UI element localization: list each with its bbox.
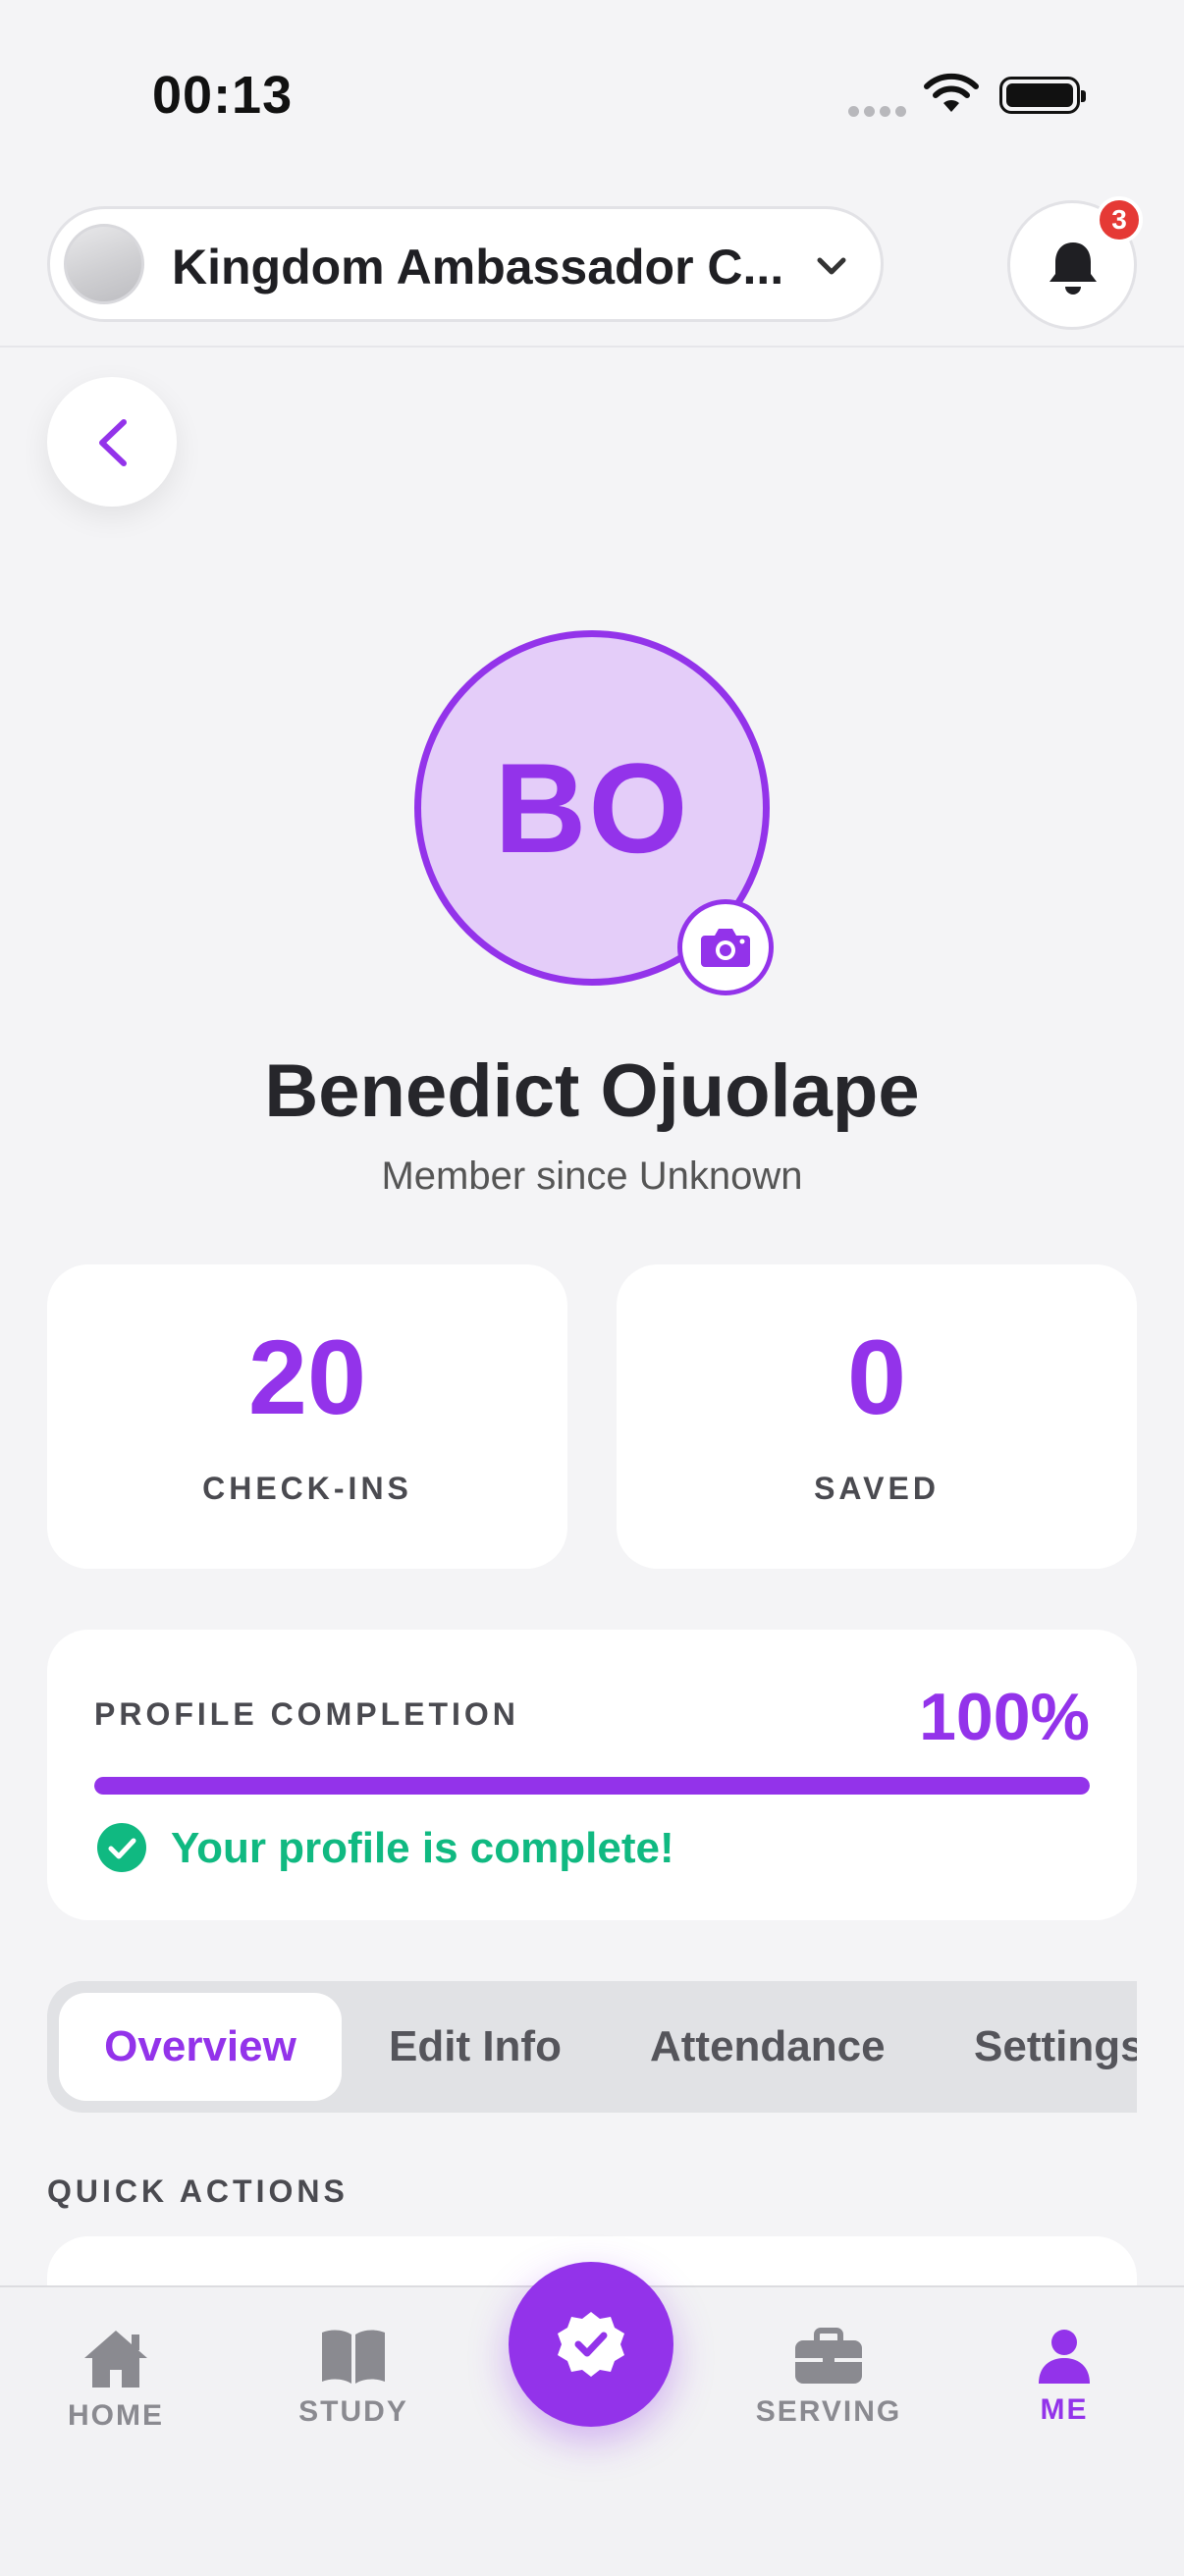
nav-serving[interactable]: SERVING [740, 2327, 917, 2429]
member-since: Member since Unknown [381, 1154, 803, 1198]
stat-card-check-ins: 20 CHECK-INS [47, 1264, 567, 1569]
camera-icon [701, 929, 750, 967]
status-time: 00:13 [152, 66, 294, 125]
check-in-fab-button[interactable] [509, 2262, 673, 2427]
church-name: Kingdom Ambassador C... [172, 240, 784, 295]
nav-label: SERVING [755, 2395, 902, 2428]
church-avatar [64, 224, 144, 304]
nav-home[interactable]: HOME [27, 2327, 204, 2433]
nav-label: HOME [68, 2399, 164, 2432]
bell-icon [1049, 242, 1097, 295]
cellular-signal-icon [848, 104, 911, 122]
profile-tabs: Overview Edit Info Attendance Settings [47, 1981, 1137, 2113]
header-divider [0, 346, 1184, 348]
book-icon [322, 2330, 385, 2384]
completion-message: Your profile is complete! [171, 1824, 674, 1872]
status-bar: 00:13 [0, 0, 1184, 177]
chevron-left-icon [99, 419, 127, 466]
stat-value: 20 [247, 1317, 367, 1436]
completion-percentage: 100% [919, 1680, 1090, 1754]
change-photo-button[interactable] [677, 899, 774, 995]
completion-progress-bar [94, 1777, 1090, 1795]
tab-edit-info[interactable]: Edit Info [389, 1993, 562, 2101]
check-circle-icon [97, 1823, 146, 1872]
notification-badge: 3 [1096, 196, 1143, 243]
stat-label: SAVED [814, 1471, 940, 1506]
chevron-down-icon [817, 257, 846, 275]
battery-icon [999, 77, 1086, 114]
profile-name: Benedict Ojuolape [264, 1049, 920, 1133]
verified-check-icon [558, 2312, 624, 2377]
briefcase-icon [795, 2328, 862, 2384]
wifi-icon [924, 73, 979, 112]
person-icon [1039, 2330, 1090, 2384]
nav-label: STUDY [298, 2395, 408, 2428]
nav-study[interactable]: STUDY [265, 2327, 442, 2429]
tab-overview[interactable]: Overview [59, 1993, 342, 2101]
church-selector[interactable]: Kingdom Ambassador C... [47, 206, 884, 322]
tab-settings[interactable]: Settings [974, 1993, 1137, 2101]
tab-attendance[interactable]: Attendance [650, 1993, 886, 2101]
back-button[interactable] [47, 377, 177, 507]
quick-actions-title: QUICK ACTIONS [47, 2174, 349, 2209]
profile-completion-card: PROFILE COMPLETION 100% Your profile is … [47, 1630, 1137, 1920]
stat-value: 0 [846, 1317, 907, 1436]
nav-me[interactable]: ME [976, 2327, 1153, 2427]
nav-label: ME [1040, 2393, 1089, 2426]
completion-title: PROFILE COMPLETION [94, 1696, 519, 1732]
stat-card-saved: 0 SAVED [617, 1264, 1137, 1569]
home-icon [84, 2331, 147, 2388]
stat-label: CHECK-INS [202, 1471, 412, 1506]
completion-progress-fill [94, 1777, 1090, 1795]
